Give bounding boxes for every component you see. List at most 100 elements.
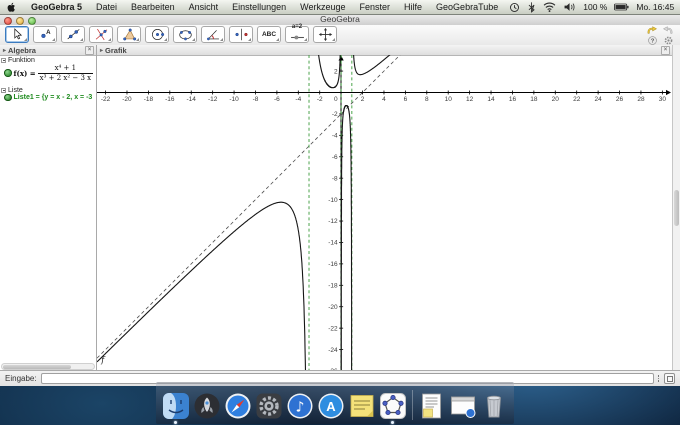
- visibility-marble-f[interactable]: [4, 69, 12, 77]
- dock-separator: [412, 390, 413, 420]
- svg-text:♪: ♪: [296, 400, 305, 416]
- menu-clock[interactable]: Mo. 16:45: [633, 2, 677, 12]
- tool-circle-button[interactable]: [145, 26, 169, 43]
- settings-gear-icon[interactable]: [662, 36, 674, 45]
- tool-dropdown-arrow-icon[interactable]: [52, 38, 55, 41]
- time-machine-icon[interactable]: [505, 2, 524, 13]
- dock-trash-icon[interactable]: [480, 392, 508, 420]
- undo-button[interactable]: [646, 26, 658, 35]
- svg-text:14: 14: [487, 96, 495, 103]
- tool-move-button[interactable]: [5, 26, 29, 43]
- tool-dropdown-arrow-icon[interactable]: [304, 38, 307, 41]
- graphics-menu-arrow-icon[interactable]: ▸: [97, 47, 105, 54]
- battery-icon[interactable]: [610, 3, 633, 11]
- menu-geogebratube[interactable]: GeoGebraTube: [429, 0, 505, 14]
- dock-window-document-icon[interactable]: [449, 392, 477, 420]
- input-help-button[interactable]: [664, 373, 675, 384]
- visibility-marble-liste1[interactable]: [4, 93, 12, 101]
- svg-text:-16: -16: [328, 261, 338, 268]
- dock-app-store-icon[interactable]: A: [317, 392, 345, 420]
- tool-text-button[interactable]: ABC: [257, 26, 281, 43]
- dock-system-preferences-icon[interactable]: [255, 392, 283, 420]
- close-algebra-icon[interactable]: ×: [85, 45, 94, 55]
- dock: ♪ A: [156, 382, 514, 424]
- tool-dropdown-arrow-icon[interactable]: [220, 38, 223, 41]
- collapse-function-icon[interactable]: [1, 58, 6, 63]
- graph-canvas[interactable]: -22 -20 -18 -16 -14 -12 -10 -8 -6 -4 -2 2 4 6 8 10 12 14 1…: [97, 55, 672, 371]
- svg-text:0: 0: [334, 96, 338, 103]
- algebra-horizontal-scrollbar[interactable]: [1, 363, 95, 370]
- svg-text:20: 20: [552, 96, 560, 103]
- svg-text:A: A: [326, 399, 336, 414]
- menu-geogebra-5[interactable]: GeoGebra 5: [24, 0, 89, 14]
- menu-status: 100 % Mo. 16:45: [505, 0, 680, 14]
- menu-datei[interactable]: Datei: [89, 0, 124, 14]
- svg-text:-2: -2: [317, 96, 323, 103]
- menu-ansicht[interactable]: Ansicht: [182, 0, 226, 14]
- dock-text-document-icon[interactable]: [418, 392, 446, 420]
- menu-fenster[interactable]: Fenster: [353, 0, 398, 14]
- tool-line-button[interactable]: [61, 26, 85, 43]
- redo-button[interactable]: [662, 26, 674, 35]
- collapse-list-icon[interactable]: [1, 88, 6, 93]
- tool-slider-button[interactable]: a=2: [285, 24, 309, 43]
- bluetooth-icon[interactable]: [524, 1, 539, 13]
- tool-dropdown-arrow-icon[interactable]: [80, 38, 83, 41]
- vertical-scrollbar[interactable]: [672, 45, 680, 371]
- algebra-item-liste1[interactable]: Liste1 = {y = x - 2, x = -3: [0, 93, 93, 101]
- svg-text:-4: -4: [332, 133, 338, 140]
- toolbar-right: ?: [646, 26, 674, 45]
- menu-bearbeiten[interactable]: Bearbeiten: [124, 0, 182, 14]
- tool-point-button[interactable]: A: [33, 26, 57, 43]
- tool-dropdown-arrow-icon[interactable]: [248, 38, 251, 41]
- tool-perpendicular-button[interactable]: [89, 26, 113, 43]
- menu-werkzeuge[interactable]: Werkzeuge: [293, 0, 352, 14]
- algebra-header[interactable]: ▸ Algebra ×: [0, 45, 96, 56]
- volume-icon[interactable]: [560, 2, 580, 12]
- svg-text:-12: -12: [328, 218, 338, 225]
- dock-stickies-icon[interactable]: [348, 392, 376, 420]
- tool-dropdown-arrow-icon[interactable]: [108, 38, 111, 41]
- dock-finder-icon[interactable]: [162, 392, 190, 424]
- dock-itunes-icon[interactable]: ♪: [286, 392, 314, 420]
- svg-text:-18: -18: [144, 96, 154, 103]
- menu-einstellungen[interactable]: Einstellungen: [225, 0, 293, 14]
- algebra-section-function[interactable]: Funktion: [0, 57, 35, 64]
- f-denominator: x³ + 2 x² − 3 x: [39, 74, 92, 82]
- wifi-icon[interactable]: [539, 2, 560, 12]
- svg-text:2: 2: [334, 68, 338, 75]
- algebra-menu-arrow-icon[interactable]: ▸: [0, 47, 8, 54]
- scrollbar-thumb[interactable]: [3, 365, 71, 369]
- tool-reflect-button[interactable]: [229, 26, 253, 43]
- svg-text:6: 6: [404, 96, 408, 103]
- tool-dropdown-arrow-icon[interactable]: [192, 38, 195, 41]
- tool-dropdown-arrow-icon[interactable]: [24, 38, 27, 41]
- liste1-value: Liste1 = {y = x - 2, x = -3: [13, 93, 93, 101]
- dock-geogebra-icon[interactable]: [379, 392, 407, 424]
- algebra-item-f[interactable]: f(x) = x⁴ + 1 x³ + 2 x² − 3 x: [0, 64, 94, 82]
- svg-text:10: 10: [445, 96, 453, 103]
- svg-text:4: 4: [382, 96, 386, 103]
- scrollbar-thumb[interactable]: [674, 190, 679, 226]
- svg-text:-14: -14: [328, 240, 338, 247]
- tool-conic-button[interactable]: [173, 26, 197, 43]
- svg-text:-8: -8: [332, 175, 338, 182]
- input-history-icon[interactable]: [657, 375, 659, 382]
- window-content: ▸ Algebra × Funktion f(x) = x⁴ + 1 x³ + …: [0, 45, 680, 371]
- svg-text:22: 22: [573, 96, 581, 103]
- tool-dropdown-arrow-icon[interactable]: [332, 38, 335, 41]
- svg-text:28: 28: [637, 96, 645, 103]
- dock-safari-icon[interactable]: [224, 392, 252, 420]
- dock-launchpad-icon[interactable]: [193, 392, 221, 420]
- tool-move-view-button[interactable]: [313, 26, 337, 43]
- tool-polygon-button[interactable]: [117, 26, 141, 43]
- close-graphics-icon[interactable]: ×: [661, 45, 670, 55]
- svg-text:-22: -22: [101, 96, 111, 103]
- apple-menu-icon[interactable]: [0, 2, 24, 13]
- tool-dropdown-arrow-icon[interactable]: [136, 38, 139, 41]
- tool-dropdown-arrow-icon[interactable]: [164, 38, 167, 41]
- tool-angle-button[interactable]: [201, 26, 225, 43]
- menu-hilfe[interactable]: Hilfe: [397, 0, 429, 14]
- tool-dropdown-arrow-icon[interactable]: [276, 38, 279, 41]
- help-button[interactable]: ?: [646, 36, 658, 45]
